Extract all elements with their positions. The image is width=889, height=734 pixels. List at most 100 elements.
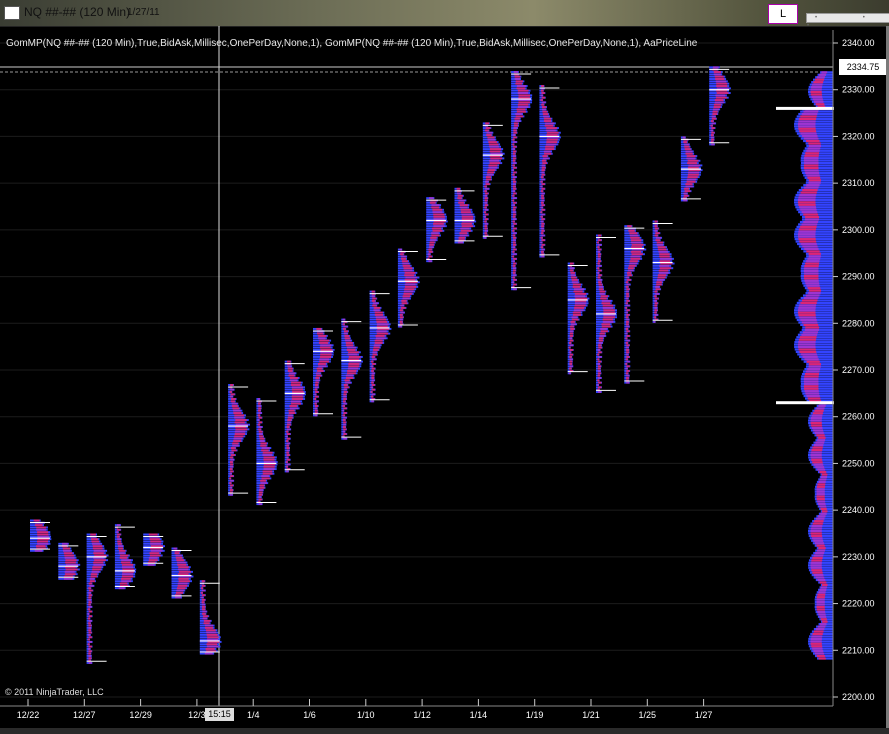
profile-bar-ask — [600, 327, 607, 330]
y-tick-label: 2320.00 — [842, 131, 875, 141]
composite-bar-ask — [812, 556, 823, 560]
profile-bar-ask — [404, 288, 415, 291]
profile-bar-ask — [431, 204, 440, 207]
profile-bar-ask — [541, 173, 545, 176]
profile-bar-ask — [206, 643, 218, 646]
profile-bar-ask — [403, 267, 413, 270]
composite-bar-ask — [812, 647, 823, 650]
composite-bar-ask — [818, 657, 826, 660]
profile-bar-ask — [626, 283, 631, 286]
crosshair-time-marker: 15:15 — [205, 708, 234, 721]
composite-bar-ask — [819, 623, 827, 626]
profile-bar-ask — [513, 180, 516, 183]
profile-bar-ask — [684, 145, 690, 148]
profile-bar-ask — [318, 341, 329, 344]
profile-bar-ask — [176, 589, 184, 592]
chart-area[interactable]: 2340.00 2330.00 2320.00 2310.00 2300.00 2290.… — [0, 0, 889, 734]
profile-bar-ask — [513, 218, 517, 221]
composite-bar-ask — [816, 654, 825, 658]
profile-bar-ask — [541, 187, 545, 190]
profile-bar-ask — [118, 547, 123, 550]
profile-bar-ask — [484, 201, 488, 204]
profile-bar-ask — [543, 120, 552, 123]
profile-bar-ask — [627, 225, 632, 228]
profile-bar-ask — [715, 94, 726, 97]
profile-bar-ask — [231, 449, 237, 452]
volume-profile — [199, 580, 222, 655]
profile-bar-ask — [376, 318, 387, 321]
y-tick-label: 2330.00 — [842, 85, 875, 95]
composite-bar-ask — [815, 466, 825, 469]
profile-bar-ask — [374, 313, 384, 316]
profile-bar-ask — [513, 71, 519, 73]
profile-bar-ask — [88, 596, 92, 599]
profile-bar-ask — [432, 227, 442, 230]
profile-bar-ask — [317, 370, 324, 372]
profile-bar-ask — [626, 381, 630, 384]
composite-bar-ask — [808, 255, 821, 258]
profile-bar-ask — [202, 612, 206, 615]
profile-bar-ask — [541, 234, 545, 237]
gridlines — [0, 26, 833, 706]
profile-bar-ask — [598, 386, 602, 389]
composite-bar-ask — [813, 554, 824, 557]
profile-bar-ask — [659, 255, 670, 258]
profile-bar-ask — [88, 631, 92, 634]
composite-bar-ask — [803, 296, 819, 300]
profile-bar-ask — [150, 540, 162, 543]
composite-bar-ask — [810, 93, 822, 96]
composite-bar-ask — [815, 441, 825, 444]
profile-bar-ask — [176, 591, 184, 594]
profile-bar-ask — [568, 372, 571, 375]
profile-bar-ask — [33, 519, 40, 522]
profile-bar-ask — [117, 524, 121, 527]
indicator-label: GomMP(NQ ##-## (120 Min),True,BidAsk,Mil… — [6, 38, 698, 49]
profile-bar-ask — [654, 313, 658, 316]
profile-bar-ask — [626, 271, 632, 274]
profile-bar-ask — [516, 110, 526, 113]
profile-bar-ask — [343, 437, 347, 440]
composite-bar-ask — [810, 532, 822, 535]
profile-bar-ask — [201, 608, 206, 611]
profile-bar-ask — [654, 299, 657, 302]
profile-bar-ask — [575, 297, 588, 300]
composite-bar-ask — [807, 176, 821, 179]
profile-bar-ask — [628, 267, 634, 270]
profile-bar-ask — [37, 533, 49, 536]
composite-bar-ask — [810, 90, 822, 94]
profile-bar-ask — [458, 201, 465, 204]
profile-bar-ask — [716, 92, 729, 94]
profile-bar-ask — [687, 171, 700, 174]
profile-bar-ask — [403, 269, 413, 272]
profile-bar-ask — [376, 332, 389, 335]
profile-bar-ask — [118, 549, 126, 552]
profile-bar-ask — [431, 232, 439, 235]
composite-bar-ask — [808, 179, 821, 182]
profile-bar-ask — [512, 208, 516, 211]
bottom-edge — [0, 728, 889, 734]
profile-bar-ask — [122, 575, 134, 578]
composite-bar-ask — [804, 247, 819, 251]
profile-bar-ask — [540, 180, 543, 183]
profile-bar-ask — [710, 129, 714, 132]
profile-bar-ask — [261, 449, 269, 452]
profile-bar-ask — [290, 384, 301, 386]
profile-bar-ask — [512, 211, 516, 214]
profile-bar-ask — [569, 358, 573, 361]
volume-profile — [709, 66, 731, 146]
profile-bar-ask — [315, 377, 320, 379]
profile-bar-ask — [230, 384, 234, 386]
profile-bar-ask — [343, 421, 347, 424]
composite-bar-ask — [815, 551, 825, 555]
profile-bar-ask — [684, 187, 690, 190]
profile-bar-ask — [229, 461, 233, 464]
composite-bar-ask — [818, 436, 826, 439]
profile-bar-ask — [318, 334, 327, 337]
profile-bar-ask — [597, 260, 602, 263]
profile-bar-ask — [716, 82, 728, 85]
profile-bar-ask — [630, 255, 640, 258]
profile-bar-ask — [512, 194, 515, 197]
profile-bar-ask — [262, 454, 272, 457]
composite-bar-ask — [815, 517, 825, 520]
composite-bar-ask — [806, 284, 820, 287]
